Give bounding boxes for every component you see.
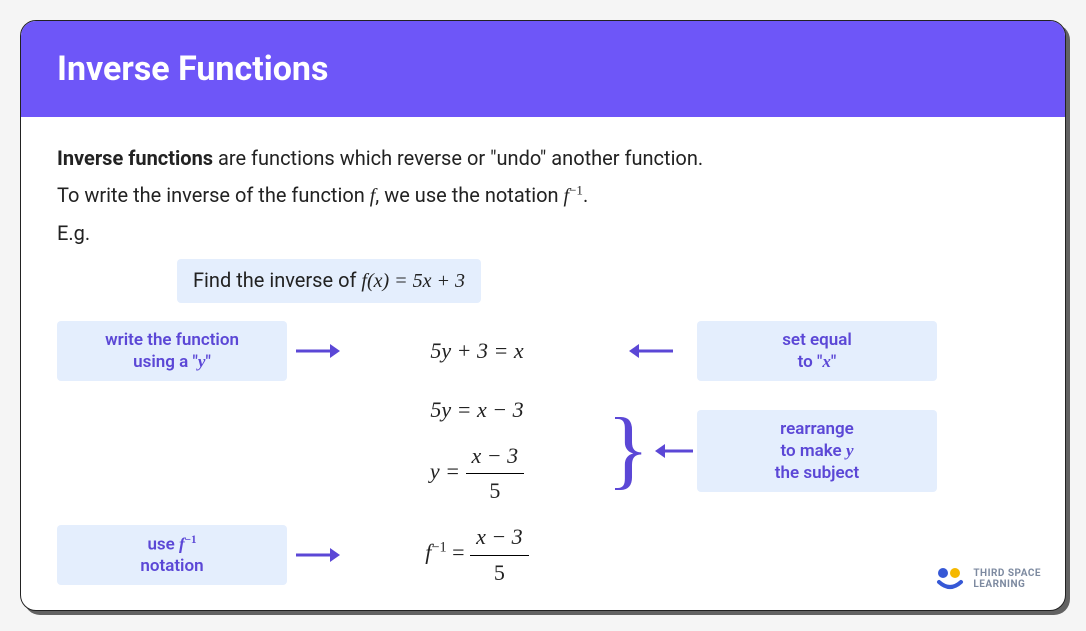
- eq4-eq: =: [447, 540, 470, 565]
- callout-write-y: write the function using a "y": [57, 321, 287, 381]
- card-body: Inverse functions are functions which re…: [21, 117, 1065, 610]
- c3-a: rearrange: [780, 419, 854, 439]
- logo-text: THIRD SPACE LEARNING: [973, 568, 1041, 590]
- c3-b: to make: [781, 441, 846, 461]
- c3-c: the subject: [775, 463, 859, 483]
- logo-line1: THIRD SPACE: [973, 568, 1041, 579]
- c1-b: using a ": [133, 352, 198, 372]
- equation-4: f−1 = x − 3 5: [347, 520, 607, 589]
- eq4-exp: −1: [431, 540, 446, 556]
- c4-b: notation: [140, 556, 203, 576]
- c1-c: ": [205, 352, 210, 372]
- intro-rest: are functions which reverse or "undo" an…: [213, 146, 703, 170]
- example-prompt-a: Find the inverse of: [193, 268, 361, 292]
- brand-logo: THIRD SPACE LEARNING: [935, 566, 1041, 592]
- intro2-b: , we use the notation: [375, 183, 563, 207]
- c2-c: ": [831, 352, 836, 372]
- work-area: write the function using a "y" 5y + 3 = …: [57, 321, 1029, 590]
- card-header: Inverse Functions: [21, 21, 1065, 117]
- callout-notation: use f−1 notation: [57, 525, 287, 586]
- eq4-num: x − 3: [470, 520, 529, 555]
- arrow-left-icon: [607, 340, 697, 362]
- arrow-right-icon: [287, 544, 347, 566]
- c4-a: use: [147, 534, 179, 554]
- brace-arrow-group: }: [607, 413, 697, 488]
- card-title: Inverse Functions: [57, 49, 1029, 89]
- c4-exp: −1: [185, 534, 197, 546]
- c2-b: to ": [798, 352, 823, 372]
- callout-set-x: set equal to "x": [697, 321, 937, 381]
- example-prompt: Find the inverse of f(x) = 5x + 3: [177, 259, 481, 303]
- intro2-finv-exp: −1: [569, 182, 583, 197]
- equation-3: y = x − 3 5: [347, 439, 607, 508]
- lesson-card: Inverse Functions Inverse functions are …: [20, 20, 1066, 611]
- eq2-text: 5y = x − 3: [430, 397, 523, 422]
- arrow-right-icon: [287, 340, 347, 362]
- c2-var: x: [822, 352, 831, 371]
- equation-2: 5y = x − 3: [347, 393, 607, 427]
- callout-rearrange: rearrange to make y the subject: [697, 410, 937, 492]
- eq3-frac: x − 3 5: [466, 439, 525, 508]
- eq3-num: x − 3: [466, 439, 525, 474]
- intro-bold: Inverse functions: [57, 146, 213, 170]
- equation-1: 5y + 3 = x: [347, 334, 607, 368]
- example-prompt-eq: f(x) = 5x + 3: [361, 270, 465, 292]
- eq3-den: 5: [466, 474, 525, 508]
- logo-line2: LEARNING: [973, 579, 1041, 590]
- intro-line-2: To write the inverse of the function f, …: [57, 180, 1029, 212]
- intro2-c: .: [583, 183, 588, 207]
- c3-var: y: [846, 441, 854, 460]
- intro-eg: E.g.: [57, 218, 1029, 249]
- eq1-text: 5y + 3 = x: [430, 338, 523, 363]
- eq3-lhs: y =: [430, 459, 466, 484]
- c2-a: set equal: [782, 330, 852, 350]
- intro-line-1: Inverse functions are functions which re…: [57, 143, 1029, 174]
- curly-brace-icon: }: [607, 413, 649, 488]
- eq4-frac: x − 3 5: [470, 520, 529, 589]
- arrow-left-icon: [655, 440, 695, 462]
- c1-a: write the function: [105, 330, 239, 350]
- intro2-a: To write the inverse of the function: [57, 183, 370, 207]
- eq4-den: 5: [470, 556, 529, 590]
- logo-icon: [935, 566, 965, 592]
